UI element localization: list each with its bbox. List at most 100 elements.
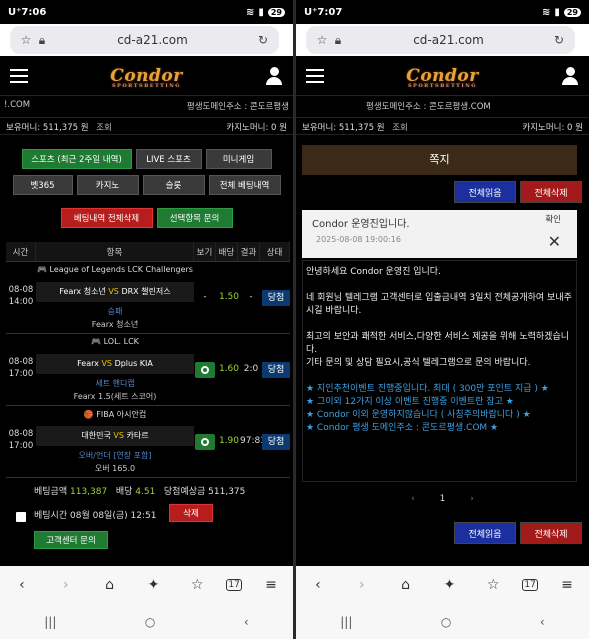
eye-icon[interactable] xyxy=(195,362,215,381)
url-text[interactable]: cd-a21.com xyxy=(346,33,551,47)
logo[interactable]: Condor SPORTSBETTING xyxy=(110,66,182,89)
signal-icon: ▮ xyxy=(258,6,264,18)
domain-marquee: 평생도메인주소 : 콘도르평생.COM xyxy=(366,102,491,112)
tabs-icon[interactable]: 17 xyxy=(226,579,243,591)
read-all-button-bottom[interactable]: 전체읽음 xyxy=(454,522,516,544)
read-all-button[interactable]: 전체읽음 xyxy=(454,181,516,203)
match-teams: Fearx VS Dplus KIA xyxy=(36,354,194,374)
battery-icon: 29 xyxy=(267,7,285,17)
money-value: 511,375 원 xyxy=(338,123,385,133)
battery-icon: 29 xyxy=(563,7,581,17)
forward-icon[interactable]: › xyxy=(347,577,377,593)
home-button-icon[interactable]: ○ xyxy=(441,615,451,629)
pick-type: 승패 xyxy=(107,307,123,316)
money-check-link[interactable]: 조회 xyxy=(96,123,112,133)
casino-money: 카지노머니: 0 원 xyxy=(226,123,287,133)
status-badge: 당첨 xyxy=(262,434,290,450)
ai-icon[interactable]: ✦ xyxy=(434,577,464,593)
address-bar[interactable]: ☆ 🔒︎ cd-a21.com ↻ xyxy=(306,26,575,54)
result-value: 2:0 xyxy=(243,364,259,374)
star-icon[interactable]: ☆ xyxy=(314,33,330,47)
more-menu-icon[interactable]: ≡ xyxy=(552,577,582,593)
status-bar: U⁺ 7:07 ≋ ▮ 29 xyxy=(296,0,589,24)
logo[interactable]: Condor SPORTSBETTING xyxy=(406,66,478,89)
page-title: 쪽지 xyxy=(302,145,577,175)
bet-row: 🎮 LOL. LCK 08-08 17:00 Fearx VS Dplus KIA… xyxy=(6,334,290,406)
recent-apps-icon[interactable]: ||| xyxy=(340,615,352,629)
status-time: 7:06 xyxy=(21,6,47,18)
pick-value: 오버 165.0 xyxy=(94,464,136,473)
tab-slot[interactable]: 슬롯 xyxy=(142,175,205,195)
message-body: 안녕하세요 Condor 운영진 입니다. 네 회원님 텔레그램 고객센터로 입… xyxy=(302,260,577,482)
money-bar: 보유머니: 511,375 원 조회 카지노머니: 0 원 xyxy=(0,117,293,135)
home-icon[interactable]: ⌂ xyxy=(95,577,125,593)
close-icon[interactable]: ✕ xyxy=(548,232,561,251)
more-menu-icon[interactable]: ≡ xyxy=(256,577,286,593)
promo-line: ★ Condor 이외 운영하지않습니다 ( 사칭주의바랍니다 ) ★ xyxy=(306,410,531,420)
user-icon[interactable] xyxy=(265,67,283,85)
home-icon[interactable]: ⌂ xyxy=(391,577,421,593)
wifi-icon: ≋ xyxy=(541,6,551,18)
forward-icon[interactable]: › xyxy=(51,577,81,593)
status-bar: U⁺ 7:06 ≋ ▮ 29 xyxy=(0,0,293,24)
tab-bet365[interactable]: 벳365 xyxy=(12,175,73,195)
casino-money: 카지노머니: 0 원 xyxy=(522,123,583,133)
carrier: U⁺ xyxy=(304,6,318,18)
tab-live-sports[interactable]: LIVE 스포츠 xyxy=(135,149,202,169)
bet-row: 🎮 League of Legends LCK Challengers 08-0… xyxy=(6,262,290,334)
pick-type: 세트 핸디캡 xyxy=(95,379,135,388)
delete-all-bets-button[interactable]: 베팅내역 전체삭제 xyxy=(60,208,153,228)
bet-table-header: 시간 항목 보기 배당 결과 상태 xyxy=(6,242,290,262)
reload-icon[interactable]: ↻ xyxy=(255,33,271,47)
odds-value: 1.50 xyxy=(218,292,240,302)
domain-marquee: !.COM 평생도메인주소 : 콘도르평생 xyxy=(4,100,289,112)
tab-minigame[interactable]: 미니게임 xyxy=(205,149,272,169)
ai-icon[interactable]: ✦ xyxy=(138,577,168,593)
prev-page-icon[interactable]: ‹ xyxy=(411,494,415,504)
support-button[interactable]: 고객센터 문의 xyxy=(34,531,108,549)
bookmark-icon[interactable]: ☆ xyxy=(478,577,508,593)
back-icon[interactable]: ‹ xyxy=(303,577,333,593)
match-teams: Fearx 청소년 VS DRX 챌린저스 xyxy=(36,282,194,302)
delete-button[interactable]: 삭제 xyxy=(169,504,213,522)
delete-all-button-bottom[interactable]: 전체삭제 xyxy=(520,522,582,544)
current-page[interactable]: 1 xyxy=(440,494,446,504)
bet-time: 08-08 17:00 xyxy=(8,429,34,451)
recent-apps-icon[interactable]: ||| xyxy=(44,615,56,629)
system-nav: ||| ○ ‹ xyxy=(296,604,589,639)
pagination: ‹ 1 › xyxy=(296,494,589,504)
tab-casino[interactable]: 카지노 xyxy=(76,175,139,195)
tabs-icon[interactable]: 17 xyxy=(522,579,539,591)
confirm-button[interactable]: 확인 xyxy=(545,213,561,225)
system-back-icon[interactable]: ‹ xyxy=(540,615,545,629)
delete-all-button[interactable]: 전체삭제 xyxy=(520,181,582,203)
menu-icon[interactable] xyxy=(306,69,324,83)
bookmark-icon[interactable]: ☆ xyxy=(182,577,212,593)
eye-icon[interactable] xyxy=(195,434,215,453)
tab-sports[interactable]: 스포츠 (최근 2주일 내역) xyxy=(21,149,132,169)
site-header: Condor SPORTSBETTING xyxy=(296,58,589,96)
url-text[interactable]: cd-a21.com xyxy=(50,33,255,47)
bet-time-row: 베팅시간 08월 08일(금) 12:51 xyxy=(34,511,157,521)
home-button-icon[interactable]: ○ xyxy=(145,615,155,629)
tab-all-bets[interactable]: 전체 베팅내역 xyxy=(208,175,281,195)
result-value: 97:83 xyxy=(240,436,266,446)
money-label: 보유머니: xyxy=(302,123,337,133)
money-label: 보유머니: xyxy=(6,123,41,133)
match-teams: 대한민국 VS 카타르 xyxy=(36,426,194,446)
status-time: 7:07 xyxy=(317,6,343,18)
back-icon[interactable]: ‹ xyxy=(7,577,37,593)
league-name: 🎮 League of Legends LCK Challengers xyxy=(37,265,193,274)
money-check-link[interactable]: 조회 xyxy=(392,123,408,133)
browser-nav: ‹ › ⌂ ✦ ☆ 17 ≡ xyxy=(296,566,589,604)
left-screen: U⁺ 7:06 ≋ ▮ 29 ☆ 🔒︎ cd-a21.com ↻ Condor SPO… xyxy=(0,0,293,639)
reload-icon[interactable]: ↻ xyxy=(551,33,567,47)
address-bar[interactable]: ☆ 🔒︎ cd-a21.com ↻ xyxy=(10,26,279,54)
star-icon[interactable]: ☆ xyxy=(18,33,34,47)
menu-icon[interactable] xyxy=(10,69,28,83)
browser-nav: ‹ › ⌂ ✦ ☆ 17 ≡ xyxy=(0,566,293,604)
user-icon[interactable] xyxy=(561,67,579,85)
next-page-icon[interactable]: › xyxy=(470,494,474,504)
inquiry-selected-button[interactable]: 선택항목 문의 xyxy=(156,208,233,228)
system-back-icon[interactable]: ‹ xyxy=(244,615,249,629)
